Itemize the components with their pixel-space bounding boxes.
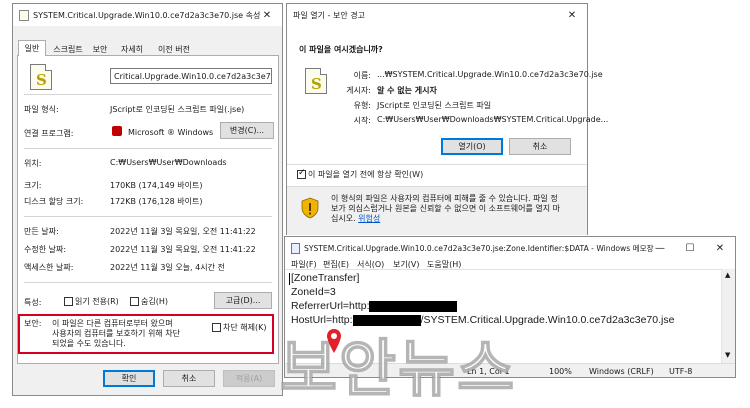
- close-icon[interactable]: ✕: [252, 4, 282, 26]
- filename-value: Critical.Upgrade.Win10.0.ce7d2a3c3e70.js…: [114, 71, 271, 81]
- warning-text-3-line: 십시오. 위험성: [331, 213, 380, 224]
- modified-value: 2022년 11월 3일 목요일, 오전 11:41:22: [110, 245, 256, 254]
- watermark-pin-icon: [327, 329, 341, 353]
- security-text-3: 되었을 수도 있습니다.: [52, 339, 126, 348]
- app-icon: [112, 126, 122, 136]
- filename-field[interactable]: Critical.Upgrade.Win10.0.ce7d2a3c3e70.js…: [110, 68, 272, 84]
- security-warning-titlebar[interactable]: 파일 열기 - 보안 경고: [287, 4, 587, 26]
- unblock-checkbox[interactable]: 차단 해제(K): [212, 322, 266, 333]
- ok-button[interactable]: 확인: [103, 370, 155, 387]
- tab-previous-versions[interactable]: 이전 버전: [151, 42, 197, 56]
- security-warning-dialog: 파일 열기 - 보안 경고 ✕ 이 파일을 여시겠습니까? S 이름: ...₩…: [286, 3, 608, 235]
- risk-link[interactable]: 위험성: [358, 214, 380, 223]
- jse-file-icon: S: [30, 64, 52, 90]
- status-encoding: UTF-8: [669, 366, 693, 376]
- name-label: 이름:: [353, 71, 371, 80]
- text-cursor: [289, 273, 290, 285]
- warning-area: 이 형식의 파일은 사용자의 컴퓨터에 피해를 줄 수 있습니다. 파일 정 보…: [287, 186, 587, 235]
- close-icon[interactable]: ✕: [705, 237, 735, 259]
- cancel-button[interactable]: 취소: [163, 370, 215, 387]
- general-panel: S Critical.Upgrade.Win10.0.ce7d2a3c3e70.…: [17, 56, 279, 364]
- readonly-label: 읽기 전용(R): [75, 297, 119, 306]
- properties-dialog: SYSTEM.Critical.Upgrade.Win10.0.ce7d2a3c…: [12, 3, 283, 396]
- cancel-button[interactable]: 취소: [509, 138, 571, 155]
- shield-warning-icon: [301, 197, 319, 219]
- file-icon: [19, 9, 29, 21]
- security-label: 보안:: [24, 319, 42, 328]
- disk-size-value: 172KB (176,128 바이트): [110, 197, 203, 206]
- disk-size-label: 디스크 할당 크기:: [24, 197, 84, 206]
- redacted-block: [369, 300, 458, 312]
- security-warning-title: 파일 열기 - 보안 경고: [293, 10, 365, 20]
- publisher-value: 알 수 없는 게시자: [377, 86, 437, 95]
- maximize-icon[interactable]: ☐: [675, 237, 705, 259]
- divider: [24, 216, 272, 217]
- checkbox-icon[interactable]: [297, 168, 306, 179]
- hidden-checkbox[interactable]: 숨김(H): [130, 296, 168, 307]
- tab-general[interactable]: 일반: [18, 40, 46, 56]
- accessed-label: 액세스한 날짜:: [24, 263, 74, 272]
- hidden-label: 숨김(H): [141, 297, 168, 306]
- file-type-value: JScript로 인코딩된 스크립트 파일(.jse): [110, 105, 245, 114]
- accessed-value: 2022년 11월 3일 오늘, 4시간 전: [110, 263, 225, 272]
- referrer-url: ReferrerUrl=http:: [291, 300, 370, 312]
- properties-title: SYSTEM.Critical.Upgrade.Win10.0.ce7d2a3c…: [33, 10, 261, 20]
- open-button[interactable]: 열기(O): [441, 138, 503, 155]
- open-with-value: Microsoft ® Windows B: [128, 128, 214, 137]
- unblock-label: 차단 해제(K): [223, 323, 267, 332]
- always-ask-label: 이 파일을 열기 전에 항상 확인(W): [308, 170, 424, 179]
- name-value: ...₩SYSTEM.Critical.Upgrade.Win10.0.ce7d…: [377, 70, 603, 79]
- status-eol: Windows (CRLF): [589, 366, 654, 376]
- tab-details[interactable]: 자세히: [115, 42, 149, 56]
- modified-label: 수정한 날짜:: [24, 245, 67, 254]
- change-button[interactable]: 변경(C)...: [220, 122, 274, 139]
- advanced-button[interactable]: 고급(D)...: [214, 292, 272, 309]
- created-label: 만든 날짜:: [24, 227, 59, 236]
- warning-text-3: 십시오.: [331, 214, 356, 223]
- file-type-label: 파일 형식:: [24, 105, 59, 114]
- always-ask-checkbox[interactable]: 이 파일을 열기 전에 항상 확인(W): [297, 168, 424, 180]
- jse-file-icon: S: [305, 68, 327, 94]
- size-value: 170KB (174,149 바이트): [110, 181, 203, 190]
- scroll-down-icon[interactable]: ▼: [725, 351, 730, 359]
- from-value: C:₩Users₩User₩Downloads₩SYSTEM.Critical.…: [377, 115, 609, 124]
- location-value: C:₩Users₩User₩Downloads: [110, 158, 227, 167]
- from-label: 시작:: [353, 116, 371, 125]
- tab-security[interactable]: 보안: [87, 42, 113, 56]
- vertical-scrollbar[interactable]: ▲ ▼: [721, 269, 735, 363]
- publisher-label: 게시자:: [346, 86, 371, 95]
- divider: [24, 148, 272, 149]
- checkbox-icon[interactable]: [130, 297, 139, 306]
- location-label: 위치:: [24, 159, 42, 168]
- text-line: ReferrerUrl=http:: [291, 300, 458, 312]
- checkbox-icon[interactable]: [212, 323, 221, 332]
- divider: [24, 94, 272, 95]
- text-line: [ZoneTransfer]: [291, 272, 360, 284]
- watermark-logo: 보안뉴스: [279, 331, 517, 406]
- type-value: JScript로 인코딩된 스크립트 파일: [377, 101, 492, 110]
- open-with-label: 연결 프로그램:: [24, 129, 74, 138]
- type-label: 유형:: [353, 101, 371, 110]
- size-label: 크기:: [24, 181, 42, 190]
- properties-titlebar[interactable]: SYSTEM.Critical.Upgrade.Win10.0.ce7d2a3c…: [13, 4, 282, 26]
- divider: [287, 164, 587, 165]
- scroll-up-icon[interactable]: ▲: [725, 271, 730, 279]
- minimize-icon[interactable]: —: [645, 237, 675, 259]
- status-zoom: 100%: [549, 366, 572, 376]
- notepad-icon: [291, 242, 300, 254]
- text-line: ZoneId=3: [291, 286, 336, 298]
- divider: [24, 282, 272, 283]
- tab-script[interactable]: 스크립트: [49, 42, 87, 56]
- checkbox-icon[interactable]: [64, 297, 73, 306]
- notepad-title: SYSTEM.Critical.Upgrade.Win10.0.ce7d2a3c…: [304, 243, 654, 253]
- close-icon[interactable]: ✕: [557, 4, 587, 26]
- created-value: 2022년 11월 3일 목요일, 오전 11:41:22: [110, 227, 256, 236]
- readonly-checkbox[interactable]: 읽기 전용(R): [64, 296, 119, 307]
- attributes-label: 특성:: [24, 298, 42, 307]
- open-question: 이 파일을 여시겠습니까?: [299, 45, 383, 54]
- apply-button[interactable]: 적용(A): [223, 370, 275, 387]
